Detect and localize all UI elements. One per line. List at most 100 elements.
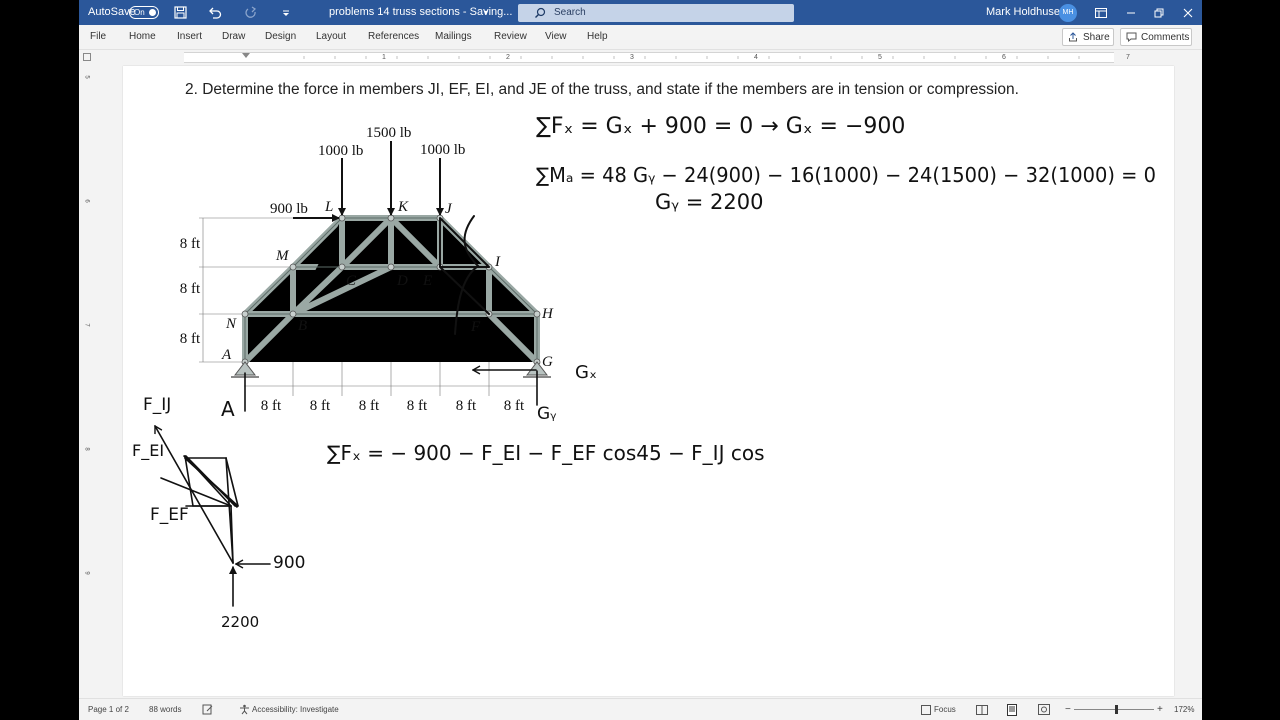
status-bar: Page 1 of 2 88 words Accessibility: Inve…	[79, 698, 1202, 720]
search-placeholder: Search	[554, 7, 586, 18]
eq-fbd-fx: ∑Fₓ = − 900 − F_EI − F_EF cos45 − F_IJ c…	[327, 441, 765, 465]
node-d: D	[396, 273, 408, 289]
tab-mailings[interactable]: Mailings	[435, 25, 472, 49]
fbd-fef-label: F_EF	[150, 505, 189, 525]
avatar[interactable]: MH	[1059, 4, 1077, 22]
search-box[interactable]: Search	[518, 4, 794, 22]
vruler-number: 7	[83, 323, 90, 327]
minimize-icon[interactable]	[1123, 5, 1138, 20]
ruler-number: 2	[506, 54, 510, 61]
comment-icon	[1126, 32, 1137, 42]
eq-sum-fx: ∑Fₓ = Gₓ + 900 = 0 → Gₓ = −900	[536, 114, 905, 139]
share-label: Share	[1083, 32, 1110, 43]
load-1000-left: 1000 lb	[318, 143, 363, 159]
node-m: M	[275, 248, 290, 264]
vruler-number: 9	[83, 571, 90, 575]
close-icon[interactable]	[1180, 5, 1195, 20]
ruler-ticks	[242, 53, 1080, 59]
read-mode-icon[interactable]	[976, 699, 988, 720]
zoom-level[interactable]: 172%	[1174, 699, 1194, 720]
tab-references[interactable]: References	[368, 25, 419, 49]
accessibility-status[interactable]: Accessibility: Investigate	[252, 699, 339, 720]
node-h: H	[541, 306, 554, 322]
undo-icon[interactable]	[207, 5, 222, 20]
comments-label: Comments	[1141, 32, 1190, 43]
dim-h2: 8 ft	[180, 281, 201, 297]
node-n: N	[225, 316, 237, 332]
vruler-number: 6	[83, 199, 90, 203]
autosave-state: On	[134, 8, 145, 17]
load-900: 900 lb	[270, 201, 308, 217]
tab-help[interactable]: Help	[587, 25, 608, 49]
web-layout-icon[interactable]	[1038, 699, 1050, 720]
node-k: K	[397, 199, 409, 215]
document-page[interactable]: 2. Determine the force in members JI, EF…	[123, 66, 1174, 696]
share-icon	[1069, 32, 1077, 42]
ruler-number: 6	[1002, 54, 1006, 61]
autosave-toggle[interactable]: On	[129, 6, 159, 19]
ruler-number: 5	[878, 54, 882, 61]
page-count[interactable]: Page 1 of 2	[88, 699, 129, 720]
node-f: F	[470, 319, 481, 335]
zoom-in-button[interactable]: +	[1157, 699, 1163, 720]
print-layout-icon[interactable]	[1007, 699, 1017, 720]
zoom-slider-thumb[interactable]	[1115, 705, 1118, 714]
support-a-label: A	[221, 397, 235, 421]
tab-review[interactable]: Review	[494, 25, 527, 49]
tab-file[interactable]: File	[90, 25, 106, 49]
ribbon-display-icon[interactable]	[1093, 5, 1108, 20]
tab-selector-icon[interactable]	[83, 53, 91, 61]
save-icon[interactable]	[173, 5, 188, 20]
zoom-slider-track[interactable]	[1074, 709, 1154, 710]
focus-label[interactable]: Focus	[934, 699, 956, 720]
tab-view[interactable]: View	[545, 25, 567, 49]
accessibility-icon[interactable]	[239, 699, 250, 720]
restore-icon[interactable]	[1151, 5, 1166, 20]
fbd-fei-label: F_EI	[132, 441, 164, 461]
node-j: J	[445, 201, 453, 217]
share-button[interactable]: Share	[1062, 28, 1114, 46]
load-1500: 1500 lb	[366, 125, 411, 141]
ruler-number: 3	[630, 54, 634, 61]
dim-w2: 8 ft	[310, 398, 331, 414]
title-bar: AutoSave On problems 14 truss sections -…	[79, 0, 1202, 25]
proofing-icon[interactable]	[202, 699, 214, 720]
title-dropdown-icon[interactable]: ▾	[484, 0, 488, 25]
node-b: B	[298, 318, 307, 334]
comments-button[interactable]: Comments	[1120, 28, 1192, 46]
node-c: C	[346, 273, 357, 289]
vertical-ruler: 5 6 7 8 9	[83, 66, 93, 696]
tab-layout[interactable]: Layout	[316, 25, 346, 49]
horizontal-ruler[interactable]: 1 2 3 4 5 6 7	[79, 50, 1202, 64]
fbd-load-2200: 2200	[221, 613, 259, 631]
focus-icon[interactable]	[921, 699, 931, 720]
customize-toolbar-icon[interactable]	[278, 5, 293, 20]
load-1000-right: 1000 lb	[420, 142, 465, 158]
user-name[interactable]: Mark Holdhusen	[986, 0, 1066, 25]
ruler-track: 1 2 3 4 5 6 7	[184, 52, 1130, 63]
fbd-fij-label: F_IJ	[143, 395, 171, 415]
tab-draw[interactable]: Draw	[222, 25, 245, 49]
menu-bar: File Home Insert Draw Design Layout Refe…	[79, 25, 1202, 50]
dim-w6: 8 ft	[504, 398, 525, 414]
tab-home[interactable]: Home	[129, 25, 156, 49]
ruler-number: 7	[1126, 54, 1130, 61]
node-a: A	[221, 347, 232, 363]
dim-w4: 8 ft	[407, 398, 428, 414]
ruler-number: 4	[754, 54, 758, 61]
tab-design[interactable]: Design	[265, 25, 296, 49]
dim-w5: 8 ft	[456, 398, 477, 414]
node-e: E	[422, 273, 432, 289]
zoom-out-button[interactable]: −	[1065, 699, 1071, 720]
handwritten-work: ∑Fₓ = Gₓ + 900 = 0 → Gₓ = −900 ∑Mₐ = 48 …	[132, 114, 1156, 631]
eq-gy: Gᵧ = 2200	[655, 190, 764, 214]
vruler-number: 8	[83, 447, 90, 451]
word-window: AutoSave On problems 14 truss sections -…	[79, 0, 1202, 720]
word-count[interactable]: 88 words	[149, 699, 181, 720]
tab-insert[interactable]: Insert	[177, 25, 202, 49]
redo-icon[interactable]	[243, 5, 258, 20]
load-arrows	[293, 141, 444, 222]
fbd-load-900: 900	[273, 553, 305, 573]
dim-h3: 8 ft	[180, 331, 201, 347]
node-l: L	[324, 199, 333, 215]
